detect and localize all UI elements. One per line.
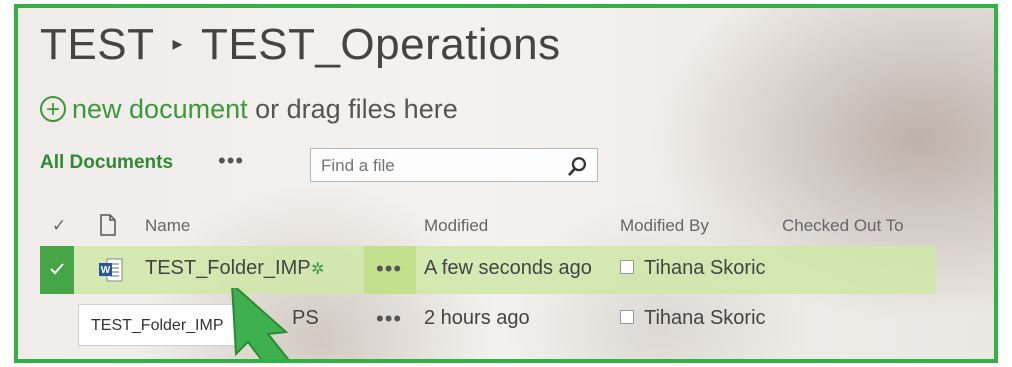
column-header-modified-by[interactable]: Modified By (620, 216, 709, 236)
ellipsis-icon: ••• (376, 256, 403, 281)
select-all-checkmark-icon[interactable]: ✓ (52, 216, 66, 236)
breadcrumb-separator-icon: ▸ (172, 32, 183, 55)
new-document-link[interactable]: new document (72, 94, 248, 124)
add-document-icon[interactable]: + (40, 95, 66, 122)
breadcrumb-current: TEST_Operations (201, 20, 561, 69)
new-item-badge-icon: ✲ (311, 261, 325, 278)
table-row[interactable]: W TEST_Folder_IMP ✲ ••• A few seconds ag… (40, 246, 936, 294)
search-icon[interactable] (567, 155, 589, 177)
presence-indicator (620, 259, 634, 274)
modified-by-cell: Tihana Skoric (620, 257, 766, 280)
modified-by-cell: Tihana Skoric (620, 307, 766, 330)
page-title: TEST ▸ TEST_Operations (40, 20, 561, 70)
search-input[interactable] (319, 155, 553, 177)
checkmark-icon (50, 263, 64, 275)
more-views-button[interactable]: ••• (218, 148, 244, 174)
modified-by-user[interactable]: Tihana Skoric (644, 257, 766, 279)
file-type-icon (100, 214, 116, 236)
modified-by-user[interactable]: Tihana Skoric (644, 307, 766, 329)
column-header-checked-out-to[interactable]: Checked Out To (782, 216, 904, 236)
column-header-modified[interactable]: Modified (424, 216, 488, 236)
row-select-checkbox[interactable] (40, 246, 74, 294)
modified-date: 2 hours ago (424, 307, 530, 329)
word-document-icon: W (99, 258, 123, 282)
upload-prompt: + new document or drag files here (40, 94, 458, 125)
pointer-arrow-icon (231, 288, 290, 359)
row-menu-button[interactable]: ••• (376, 306, 402, 332)
search-box (310, 148, 598, 182)
svg-text:W: W (101, 265, 111, 276)
presence-indicator (620, 309, 634, 324)
document-library-frame: TEST ▸ TEST_Operations + new document or dr… (14, 4, 998, 363)
column-headers: ✓ Name Modified Modified By Checked Out … (18, 208, 994, 244)
file-name-link[interactable]: TEST_Folder_IMP (145, 257, 311, 280)
column-header-name[interactable]: Name (145, 216, 190, 236)
modified-date: A few seconds ago (424, 257, 592, 279)
drag-files-hint: or drag files here (247, 94, 458, 124)
row-menu-button[interactable]: ••• (364, 246, 416, 294)
view-toolbar: All Documents ••• (40, 148, 640, 184)
breadcrumb-parent[interactable]: TEST (40, 20, 154, 69)
view-all-documents[interactable]: All Documents (40, 152, 173, 174)
